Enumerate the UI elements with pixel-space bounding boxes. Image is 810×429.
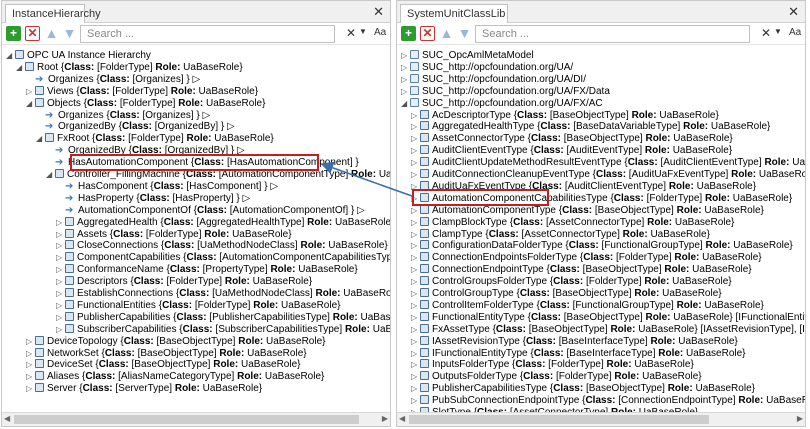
mapping-arrow: [320, 161, 413, 197]
